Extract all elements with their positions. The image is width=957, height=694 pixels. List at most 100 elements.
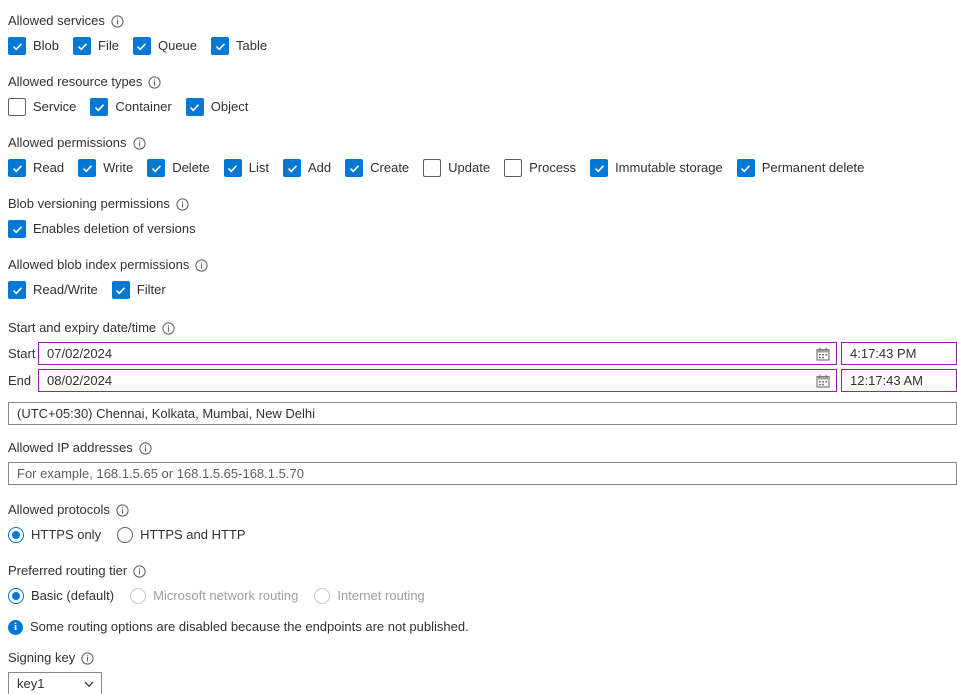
end-date-value: 08/02/2024: [47, 370, 112, 391]
radio-basic-default[interactable]: Basic (default): [8, 587, 114, 605]
checkbox-box: [78, 159, 96, 177]
checkbox-box: [8, 281, 26, 299]
info-icon[interactable]: [176, 198, 189, 211]
allowed-ip-input[interactable]: For example, 168.1.5.65 or 168.1.5.65-16…: [8, 462, 957, 485]
info-icon[interactable]: [111, 15, 124, 28]
checkbox-service[interactable]: Service: [8, 98, 76, 116]
info-filled-icon: i: [8, 620, 23, 635]
allowed-ip-placeholder: For example, 168.1.5.65 or 168.1.5.65-16…: [17, 463, 304, 484]
allowed-permissions-options: Read Write Delete List Add Create: [8, 157, 957, 179]
timezone-select[interactable]: (UTC+05:30) Chennai, Kolkata, Mumbai, Ne…: [8, 402, 957, 425]
checkbox-label: Filter: [137, 281, 166, 299]
checkbox-queue[interactable]: Queue: [133, 37, 197, 55]
checkbox-label: Service: [33, 98, 76, 116]
checkbox-permanent-delete[interactable]: Permanent delete: [737, 159, 865, 177]
checkbox-label: Immutable storage: [615, 159, 723, 177]
signing-key-label: Signing key: [8, 649, 75, 667]
calendar-icon[interactable]: [811, 371, 835, 390]
allowed-protocols-options: HTTPS only HTTPS and HTTP: [8, 524, 957, 546]
allowed-resource-types-label-row: Allowed resource types: [8, 73, 957, 91]
allowed-protocols-label-row: Allowed protocols: [8, 501, 957, 519]
signing-key-group: Signing key key1: [8, 649, 957, 694]
checkbox-box: [423, 159, 441, 177]
end-time-value: 12:17:43 AM: [850, 370, 923, 391]
radio-microsoft-network-routing: Microsoft network routing: [130, 587, 298, 605]
checkbox-add[interactable]: Add: [283, 159, 331, 177]
start-time-input[interactable]: 4:17:43 PM: [841, 342, 957, 365]
info-icon[interactable]: [133, 565, 146, 578]
checkbox-box: [73, 37, 91, 55]
allowed-blob-index-permissions-group: Allowed blob index permissions Read/Writ…: [8, 256, 957, 301]
blob-versioning-label: Blob versioning permissions: [8, 195, 170, 213]
signing-key-value: key1: [17, 676, 44, 691]
checkbox-container[interactable]: Container: [90, 98, 171, 116]
checkbox-box: [8, 37, 26, 55]
checkbox-label: Write: [103, 159, 133, 177]
info-icon[interactable]: [81, 652, 94, 665]
checkbox-label: Object: [211, 98, 249, 116]
checkbox-box: [186, 98, 204, 116]
end-datetime-row: End 08/02/2024 12:17:43 AM: [8, 369, 957, 392]
start-caption: Start: [8, 345, 38, 363]
info-icon[interactable]: [148, 76, 161, 89]
checkbox-box: [8, 220, 26, 238]
allowed-ip-group: Allowed IP addresses For example, 168.1.…: [8, 439, 957, 485]
checkbox-label: Read/Write: [33, 281, 98, 299]
end-caption: End: [8, 372, 38, 390]
checkbox-table[interactable]: Table: [211, 37, 267, 55]
checkbox-box: [283, 159, 301, 177]
radio-https-only[interactable]: HTTPS only: [8, 526, 101, 544]
info-icon[interactable]: [195, 259, 208, 272]
radio-https-and-http[interactable]: HTTPS and HTTP: [117, 526, 245, 544]
checkbox-write[interactable]: Write: [78, 159, 133, 177]
radio-circle: [314, 588, 330, 604]
checkbox-box: [345, 159, 363, 177]
blob-index-options: Read/Write Filter: [8, 279, 957, 301]
end-time-input[interactable]: 12:17:43 AM: [841, 369, 957, 392]
allowed-resource-types-label: Allowed resource types: [8, 73, 142, 91]
calendar-icon[interactable]: [811, 344, 835, 363]
allowed-permissions-label: Allowed permissions: [8, 134, 127, 152]
routing-tier-label: Preferred routing tier: [8, 562, 127, 580]
checkbox-read[interactable]: Read: [8, 159, 64, 177]
checkbox-update[interactable]: Update: [423, 159, 490, 177]
checkbox-box: [737, 159, 755, 177]
signing-key-select[interactable]: key1: [8, 672, 102, 694]
checkbox-box: [504, 159, 522, 177]
checkbox-enables-deletion-of-versions[interactable]: Enables deletion of versions: [8, 220, 196, 238]
radio-label: HTTPS and HTTP: [140, 526, 245, 544]
checkbox-box: [8, 159, 26, 177]
info-icon[interactable]: [162, 322, 175, 335]
checkbox-list[interactable]: List: [224, 159, 269, 177]
allowed-services-label-row: Allowed services: [8, 12, 957, 30]
sas-configuration-form: Allowed services Blob File Queue Table: [0, 0, 957, 694]
radio-circle: [8, 527, 24, 543]
timezone-value: (UTC+05:30) Chennai, Kolkata, Mumbai, Ne…: [17, 403, 315, 424]
allowed-protocols-label: Allowed protocols: [8, 501, 110, 519]
checkbox-filter[interactable]: Filter: [112, 281, 166, 299]
checkbox-file[interactable]: File: [73, 37, 119, 55]
checkbox-label: Enables deletion of versions: [33, 220, 196, 238]
blob-versioning-options: Enables deletion of versions: [8, 218, 957, 240]
checkbox-read-write[interactable]: Read/Write: [8, 281, 98, 299]
allowed-resource-types-options: Service Container Object: [8, 96, 957, 118]
radio-internet-routing: Internet routing: [314, 587, 424, 605]
checkbox-label: List: [249, 159, 269, 177]
checkbox-box: [90, 98, 108, 116]
checkbox-create[interactable]: Create: [345, 159, 409, 177]
allowed-ip-label: Allowed IP addresses: [8, 439, 133, 457]
checkbox-delete[interactable]: Delete: [147, 159, 210, 177]
info-icon[interactable]: [133, 137, 146, 150]
info-icon[interactable]: [139, 442, 152, 455]
checkbox-box: [133, 37, 151, 55]
start-date-input[interactable]: 07/02/2024: [38, 342, 837, 365]
checkbox-box: [224, 159, 242, 177]
checkbox-blob[interactable]: Blob: [8, 37, 59, 55]
start-expiry-group: Start and expiry date/time Start 07/02/2…: [8, 319, 957, 425]
info-icon[interactable]: [116, 504, 129, 517]
checkbox-label: Update: [448, 159, 490, 177]
checkbox-object[interactable]: Object: [186, 98, 249, 116]
checkbox-process[interactable]: Process: [504, 159, 576, 177]
checkbox-immutable-storage[interactable]: Immutable storage: [590, 159, 723, 177]
end-date-input[interactable]: 08/02/2024: [38, 369, 837, 392]
